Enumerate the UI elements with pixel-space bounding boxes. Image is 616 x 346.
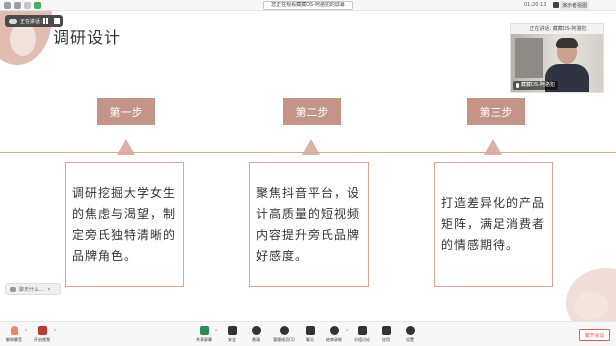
chat-input-toast[interactable]: 聊天什么... ‹	[5, 283, 61, 295]
camera-chevron-icon[interactable]: ⌃	[53, 329, 57, 335]
toolbar-item-label: 分组讨论	[354, 337, 370, 342]
chat-bubble-icon	[10, 286, 16, 292]
toolbar-item-label: 应用	[382, 337, 390, 342]
chat-placeholder: 聊天什么...	[19, 286, 44, 293]
step-card-1: 调研挖掘大学女生的焦虑与渴望，制定旁氏独特清晰的品牌角色。	[65, 162, 184, 287]
cloud-icon	[9, 18, 17, 24]
participant-name-tag: 藏藏DS-阿骆犯	[513, 81, 558, 90]
toolbar-item-members[interactable]: 管理成员(1)	[272, 326, 296, 343]
signal-icon[interactable]	[34, 2, 41, 9]
share-chevron-icon[interactable]: ⌃	[214, 329, 218, 335]
toolbar-item-record[interactable]: 结束录制	[322, 326, 346, 343]
chevron-left-icon[interactable]: ‹	[48, 286, 50, 293]
camera-icon	[37, 326, 47, 335]
view-toggle-button[interactable]: 演示者视图	[560, 1, 590, 10]
meeting-timer: 01:20:13	[524, 2, 547, 8]
video-banner: 正在讲话: 藏藏DS-阿骆犯	[511, 24, 603, 34]
fullscreen-icon[interactable]	[553, 2, 559, 8]
step-card-3: 打造差异化的产品矩阵，满足消费者的情感期待。	[434, 162, 553, 287]
toolbar-item-security[interactable]: 安全	[220, 326, 244, 343]
speaking-label: 正在讲话：	[20, 18, 46, 25]
toolbar-item-label: 结束录制	[326, 337, 342, 342]
video-shelf	[515, 38, 543, 78]
invite-icon	[251, 326, 261, 335]
participant-hair	[556, 38, 578, 48]
toolbar-item-invite[interactable]: 邀请	[244, 326, 268, 343]
record-chevron-icon[interactable]: ⌃	[345, 329, 349, 335]
step-text-1: 调研挖掘大学女生的焦虑与渴望，制定旁氏独特清晰的品牌角色。	[72, 185, 177, 263]
unmute-button[interactable]: 解除静音	[2, 326, 26, 343]
toolbar-item-label: 安全	[228, 337, 236, 342]
toolbar-item-chat[interactable]: 聊天	[298, 326, 322, 343]
slide-decoration-top-left-small	[10, 22, 36, 56]
start-video-label: 开启视频	[34, 337, 50, 342]
start-video-button[interactable]: 开启视频	[30, 326, 54, 343]
toolbar-item-settings[interactable]: 设置	[398, 326, 422, 343]
timeline-rule	[0, 152, 616, 153]
toolbar-item-apps[interactable]: 应用	[374, 326, 398, 343]
slide-decoration-bottom-right-small	[574, 292, 608, 320]
step-text-3: 打造差异化的产品矩阵，满足消费者的情感期待。	[441, 196, 546, 252]
toolbar-item-breakout[interactable]: 分组讨论	[350, 326, 374, 343]
step-badge-3: 第三步	[467, 98, 525, 125]
lock-icon	[24, 2, 31, 9]
top-status-icons	[4, 2, 41, 9]
toolbar-item-label: 共享屏幕	[196, 337, 212, 342]
toolbar-item-label: 管理成员(1)	[273, 337, 295, 342]
step-badge-1: 第一步	[97, 98, 155, 125]
participant-name: 藏藏DS-阿骆犯	[521, 82, 555, 88]
record-icon	[329, 326, 339, 335]
shield-icon	[227, 326, 237, 335]
unmute-label: 解除静音	[6, 337, 22, 342]
step-badge-2: 第二步	[283, 98, 341, 125]
leave-meeting-button[interactable]: 离开会议	[579, 329, 610, 341]
chat-icon	[305, 326, 315, 335]
shield-status-icon[interactable]	[14, 2, 21, 9]
meeting-toolbar: 解除静音 ⌃ 开启视频 ⌃ 共享屏幕 ⌃ 安全 邀请 管理成员(1) 聊天 结束…	[0, 321, 616, 346]
meeting-window: 您正在观看藏藏DS-阿骆犯的屏幕 01:20:13 演示者视图 正在讲话： 调研…	[0, 0, 616, 346]
toolbar-item-label: 设置	[406, 337, 414, 342]
microphone-icon	[10, 326, 18, 335]
pause-icon[interactable]	[43, 18, 48, 24]
toolbar-item-label: 邀请	[252, 337, 260, 342]
top-bar: 您正在观看藏藏DS-阿骆犯的屏幕 01:20:13 演示者视图	[0, 0, 616, 11]
share-screen-icon	[199, 326, 209, 335]
mic-chevron-icon[interactable]: ⌃	[24, 329, 28, 335]
info-icon[interactable]	[4, 2, 11, 9]
mic-icon	[516, 83, 519, 88]
breakout-icon	[357, 326, 367, 335]
toolbar-item-share-screen[interactable]: 共享屏幕	[192, 326, 216, 343]
gear-icon	[405, 326, 415, 335]
apps-icon	[381, 326, 391, 335]
toolbar-item-label: 聊天	[306, 337, 314, 342]
participant-video[interactable]: 正在讲话: 藏藏DS-阿骆犯 藏藏DS-阿骆犯	[510, 23, 604, 93]
step-text-2: 聚焦抖音平台，设计高质量的短视频内容提升旁氏品牌好感度。	[256, 185, 361, 263]
step-card-2: 聚焦抖音平台，设计高质量的短视频内容提升旁氏品牌好感度。	[249, 162, 369, 287]
window-title[interactable]: 您正在观看藏藏DS-阿骆犯的屏幕	[263, 1, 353, 10]
slide-title: 调研设计	[53, 28, 122, 47]
members-icon	[279, 326, 289, 335]
